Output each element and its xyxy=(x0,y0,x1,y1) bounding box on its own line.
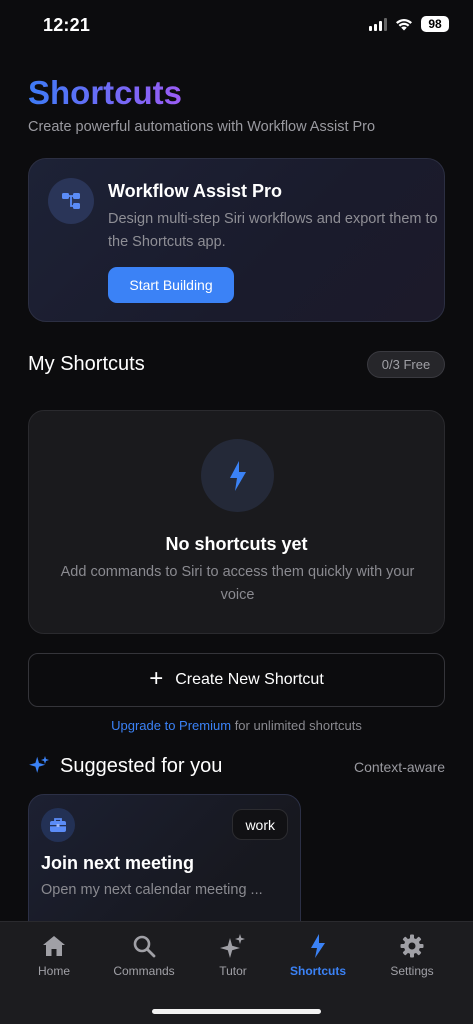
tab-tutor[interactable]: Tutor xyxy=(188,934,278,978)
tab-home-label: Home xyxy=(37,964,70,978)
home-indicator[interactable] xyxy=(152,1009,321,1014)
suggestion-tag: work xyxy=(232,809,288,840)
suggestion-title: Join next meeting xyxy=(41,853,195,873)
shortcuts-screen: 12:21 98 Shortcuts Create powerful autom… xyxy=(0,0,473,1024)
empty-state-description: Add commands to Siri to access them quic… xyxy=(60,564,415,603)
briefcase-icon xyxy=(41,808,75,842)
context-aware-label: Context-aware xyxy=(353,759,445,775)
tab-shortcuts[interactable]: Shortcuts xyxy=(273,934,363,978)
workflow-assist-promo-card: Workflow Assist Pro Design multi-step Si… xyxy=(28,158,445,322)
start-building-button[interactable]: Start Building xyxy=(108,267,234,303)
tab-shortcuts-label: Shortcuts xyxy=(289,964,346,978)
bolt-icon xyxy=(201,439,274,512)
upgrade-note: Upgrade to Premium for unlimited shortcu… xyxy=(0,718,473,733)
tab-settings[interactable]: Settings xyxy=(367,934,457,978)
free-quota-badge: 0/3 Free xyxy=(367,351,445,378)
page-subtitle: Create powerful automations with Workflo… xyxy=(28,119,376,135)
sparkles-icon xyxy=(28,755,50,782)
status-bar: 12:21 98 xyxy=(0,0,473,50)
search-icon xyxy=(133,935,156,958)
suggestion-description: Open my next calendar meeting ... xyxy=(41,882,263,898)
upgrade-note-text: for unlimited shortcuts xyxy=(231,718,362,733)
tab-tutor-label: Tutor xyxy=(219,964,247,978)
tab-settings-label: Settings xyxy=(390,964,434,978)
create-new-shortcut-label: Create New Shortcut xyxy=(175,671,324,688)
promo-title: Workflow Assist Pro xyxy=(108,181,283,201)
empty-state-title: No shortcuts yet xyxy=(165,534,308,554)
wifi-icon xyxy=(396,18,412,31)
tab-commands-label: Commands xyxy=(113,964,175,978)
status-time: 12:21 xyxy=(43,15,91,35)
status-icons: 98 xyxy=(369,16,449,32)
gear-icon xyxy=(400,934,424,958)
home-icon xyxy=(43,936,65,956)
workflow-icon xyxy=(48,178,94,224)
empty-shortcuts-card: No shortcuts yet Add commands to Siri to… xyxy=(28,410,445,634)
tab-commands[interactable]: Commands xyxy=(99,934,189,978)
my-shortcuts-heading: My Shortcuts xyxy=(28,353,145,375)
tab-home[interactable]: Home xyxy=(9,934,99,978)
bolt-icon xyxy=(311,934,325,958)
plus-icon: + xyxy=(149,664,164,692)
page-title: Shortcuts xyxy=(28,74,183,111)
suggested-heading: Suggested for you xyxy=(60,755,223,777)
battery-indicator: 98 xyxy=(421,16,449,32)
sparkles-icon xyxy=(220,934,245,958)
promo-description: Design multi-step Siri workflows and exp… xyxy=(108,211,438,250)
create-new-shortcut-button[interactable]: + Create New Shortcut xyxy=(28,653,445,707)
upgrade-to-premium-link[interactable]: Upgrade to Premium xyxy=(111,718,231,733)
cellular-signal-icon xyxy=(369,17,387,31)
